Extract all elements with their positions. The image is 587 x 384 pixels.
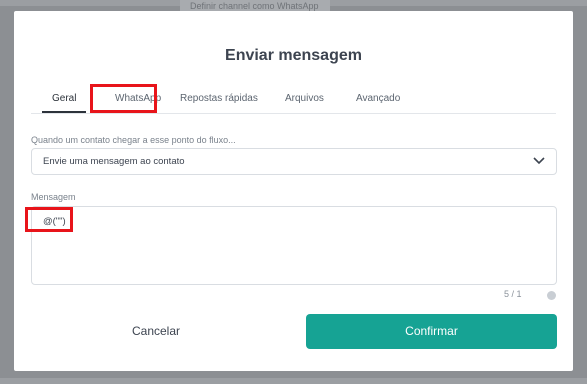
tab-arquivos[interactable]: Arquivos <box>285 89 324 113</box>
background-strip-bottom <box>0 378 587 384</box>
highlight-box-message-value <box>25 207 73 232</box>
character-counter: 5 / 1 <box>504 289 522 299</box>
trigger-select[interactable]: Envie uma mensagem ao contato <box>31 148 557 175</box>
modal-title: Enviar mensagem <box>225 47 362 64</box>
tab-avancado[interactable]: Avançado <box>356 89 400 113</box>
message-label: Mensagem <box>31 192 76 202</box>
cancel-button[interactable]: Cancelar <box>106 314 206 348</box>
tab-geral[interactable]: Geral <box>42 89 87 113</box>
trigger-select-value: Envie uma mensagem ao contato <box>43 156 185 167</box>
highlight-box-whatsapp-tab <box>90 84 157 113</box>
chevron-down-icon <box>533 157 545 165</box>
tab-repostas-rapidas[interactable]: Repostas rápidas <box>180 89 258 113</box>
send-message-modal: Enviar mensagem Geral WhatsApp Repostas … <box>14 11 573 371</box>
trigger-label: Quando um contato chegar a esse ponto do… <box>31 135 236 145</box>
message-textarea[interactable]: @("") <box>31 206 557 285</box>
confirm-button[interactable]: Confirmar <box>306 314 557 349</box>
info-icon <box>547 291 556 300</box>
